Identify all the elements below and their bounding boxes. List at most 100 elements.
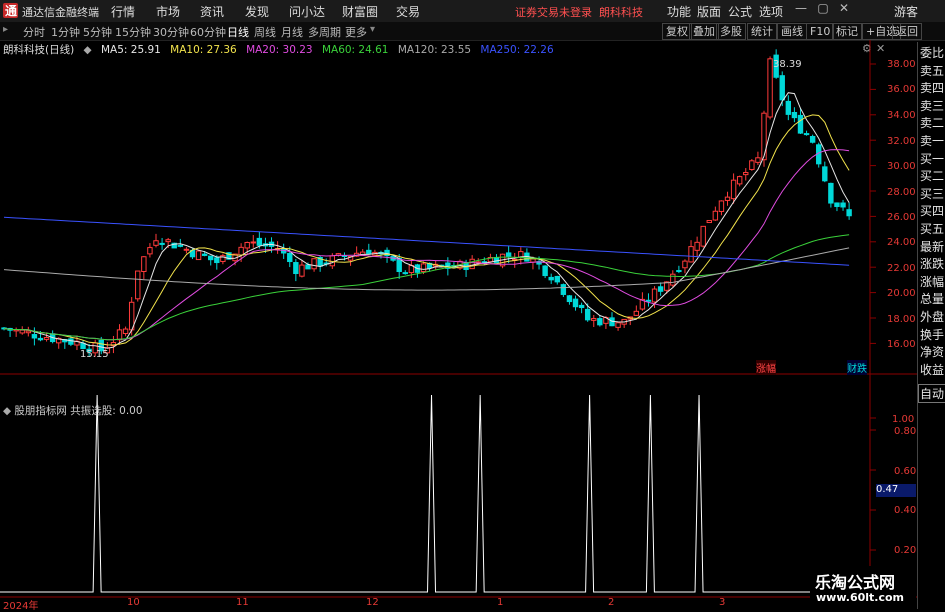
- side-panel-item[interactable]: 总量: [920, 290, 944, 307]
- side-panel-item[interactable]: 委比: [920, 44, 944, 61]
- menu-layout[interactable]: 版面: [697, 3, 721, 20]
- candle-body: [548, 276, 554, 281]
- period-daily[interactable]: 日线: [227, 24, 249, 40]
- period-multi[interactable]: 多周期: [308, 24, 341, 40]
- date-tick: 1: [497, 597, 504, 608]
- period-minute[interactable]: 分时: [23, 24, 45, 40]
- candle-body: [19, 329, 25, 334]
- kline-chart[interactable]: [0, 40, 917, 609]
- side-panel-item[interactable]: 卖三: [920, 97, 944, 114]
- side-panel-item[interactable]: 涨幅: [920, 273, 944, 290]
- menu-market[interactable]: 市场: [156, 3, 180, 20]
- side-panel-item[interactable]: 买一: [920, 150, 944, 167]
- candle-body: [153, 240, 159, 246]
- menu-formula[interactable]: 公式: [728, 3, 752, 20]
- dropdown-icon[interactable]: ▾: [370, 24, 375, 35]
- candle-body: [122, 328, 129, 335]
- minimize-icon[interactable]: —: [792, 1, 810, 19]
- period-1m[interactable]: 1分钟: [51, 24, 80, 40]
- side-panel-item[interactable]: 净资: [920, 343, 944, 360]
- osc-tick: 0.80: [894, 426, 917, 437]
- price-tick: 24.00: [887, 237, 916, 248]
- osc-settings-icon[interactable]: ◆: [3, 405, 11, 417]
- side-panel-item[interactable]: 买二: [920, 167, 944, 184]
- candle-body: [141, 256, 147, 272]
- menu-ask[interactable]: 问小达: [289, 3, 325, 20]
- draw-line-button[interactable]: 画线: [777, 23, 807, 40]
- menu-options[interactable]: 选项: [759, 3, 783, 20]
- candle-body: [505, 252, 512, 257]
- oscillator-title: ◆ 股朋指标网 共振选股: 0.00: [3, 405, 143, 417]
- side-panel-item[interactable]: 卖五: [920, 62, 944, 79]
- side-panel-item[interactable]: 换手: [920, 326, 944, 343]
- side-panel-item[interactable]: 收益: [920, 361, 944, 378]
- side-panel-item[interactable]: 卖二: [920, 114, 944, 131]
- candle-body: [828, 182, 834, 204]
- price-tick: 32.00: [887, 136, 916, 147]
- period-weekly[interactable]: 周线: [254, 24, 276, 40]
- multi-stock-button[interactable]: 多股: [716, 23, 746, 40]
- stats-button[interactable]: 统计: [747, 23, 777, 40]
- expand-icon[interactable]: ▸: [3, 24, 8, 35]
- side-panel-item[interactable]: 外盘: [920, 308, 944, 325]
- price-tick: 30.00: [887, 161, 916, 172]
- watermark-title: 乐淘公式网: [815, 573, 896, 592]
- candle-body: [560, 284, 567, 295]
- side-panel-item[interactable]: 涨跌: [920, 255, 944, 272]
- osc-tick: 0.20: [894, 545, 917, 556]
- period-more[interactable]: 更多: [345, 24, 367, 40]
- menu-market-quotes[interactable]: 行情: [111, 3, 135, 20]
- candle-body: [651, 288, 658, 303]
- side-panel-item[interactable]: 买五: [920, 220, 944, 237]
- date-tick: 12: [366, 597, 379, 608]
- f10-button[interactable]: F10: [806, 23, 835, 40]
- period-60m[interactable]: 60分钟: [190, 24, 226, 40]
- menu-functions[interactable]: 功能: [667, 3, 691, 20]
- candle-body: [402, 272, 408, 275]
- candle-body: [730, 179, 737, 200]
- candle-body: [791, 111, 798, 119]
- maximize-icon[interactable]: ▢: [814, 1, 832, 19]
- candle-body: [785, 100, 792, 115]
- signal-line: [0, 394, 870, 593]
- period-15m[interactable]: 15分钟: [115, 24, 151, 40]
- side-panel-item[interactable]: 最新: [920, 238, 944, 255]
- side-panel-item[interactable]: 卖四: [920, 79, 944, 96]
- period-monthly[interactable]: 月线: [281, 24, 303, 40]
- candle-body: [43, 337, 50, 340]
- date-tick: 2024年: [3, 601, 39, 612]
- user-guest[interactable]: 游客: [894, 3, 918, 20]
- candle-body: [706, 219, 712, 224]
- mark-button[interactable]: 标记: [832, 23, 862, 40]
- period-30m[interactable]: 30分钟: [153, 24, 189, 40]
- candle-body: [420, 263, 427, 273]
- app-logo-icon: 通: [3, 3, 18, 18]
- period-5m[interactable]: 5分钟: [83, 24, 112, 40]
- price-tick: 26.00: [887, 212, 916, 223]
- candle-body: [305, 264, 311, 270]
- side-panel-item[interactable]: 卖一: [920, 132, 944, 149]
- ma250-line: [3, 216, 850, 266]
- side-panel-item[interactable]: 买四: [920, 202, 944, 219]
- price-tick: 38.00: [887, 59, 916, 70]
- login-warning[interactable]: 证券交易未登录 朗科科技: [515, 4, 643, 20]
- menu-discover[interactable]: 发现: [245, 3, 269, 20]
- overlay-button[interactable]: 叠加: [689, 23, 719, 40]
- candle-body: [572, 298, 579, 308]
- candle-body: [597, 318, 603, 326]
- candle-body: [256, 237, 263, 246]
- side-panel-item[interactable]: 买三: [920, 185, 944, 202]
- adjust-button[interactable]: 复权: [662, 23, 692, 40]
- close-icon[interactable]: ✕: [835, 1, 853, 19]
- menu-wealth-circle[interactable]: 财富圈: [342, 3, 378, 20]
- candle-body: [201, 253, 208, 256]
- candle-body: [31, 334, 38, 339]
- auto-button[interactable]: 自动: [918, 384, 945, 403]
- high-price-label: 38.39: [773, 59, 802, 70]
- menu-news[interactable]: 资讯: [200, 3, 224, 20]
- candle-body: [68, 338, 74, 345]
- candle-body: [779, 75, 785, 101]
- back-button[interactable]: 返回: [892, 23, 922, 40]
- menu-trade[interactable]: 交易: [396, 3, 420, 20]
- candle-body: [250, 241, 256, 244]
